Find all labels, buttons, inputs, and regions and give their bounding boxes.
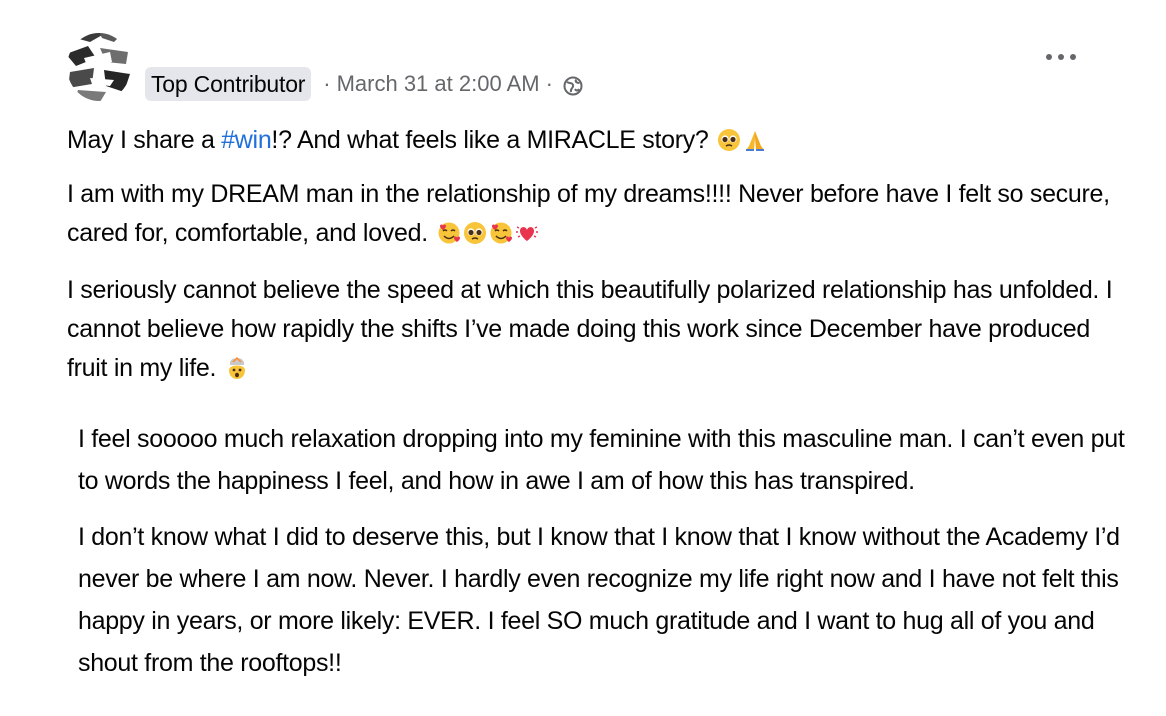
paragraph-text: May I share a: [67, 126, 222, 154]
globe-icon[interactable]: [563, 76, 583, 96]
post-paragraph: May I share a #win!? And what feels like…: [67, 121, 1127, 160]
pleading-face-emoji: [718, 129, 741, 151]
dot-icon: [1046, 54, 1052, 60]
dot-icon: [1058, 54, 1064, 60]
more-options-icon[interactable]: [1046, 49, 1076, 65]
paragraph-text: !? And what feels like a MIRACLE story?: [271, 126, 716, 154]
meta-separator: ·: [545, 71, 553, 96]
dot-icon: [1070, 54, 1076, 60]
post-meta: · March 31 at 2:00 AM ·: [317, 71, 583, 97]
post-card: Top Contributor · March 31 at 2:00 AM · …: [0, 0, 1166, 716]
beating-heart-emoji: [515, 226, 538, 241]
exploding-head-emoji: [228, 356, 245, 379]
smiling-face-with-hearts-emoji: [438, 222, 460, 244]
post-paragraph: I feel sooooo much relaxation dropping i…: [78, 425, 1125, 495]
pleading-face-emoji: [463, 222, 486, 244]
post-header: Top Contributor · March 31 at 2:00 AM ·: [145, 66, 583, 102]
folded-hands-emoji: [746, 131, 765, 151]
post-paragraph: I don’t know what I did to deserve this,…: [78, 523, 1120, 677]
hashtag-link[interactable]: #win: [221, 126, 272, 154]
smiling-face-with-hearts-emoji: [490, 222, 512, 244]
post-paragraph: I seriously cannot believe the speed at …: [67, 271, 1127, 388]
post-timestamp[interactable]: March 31 at 2:00 AM: [337, 71, 540, 97]
avatar[interactable]: [66, 22, 132, 102]
meta-separator: ·: [323, 71, 331, 96]
post-paragraph: I am with my DREAM man in the relationsh…: [67, 175, 1127, 253]
top-contributor-badge[interactable]: Top Contributor: [145, 67, 312, 101]
paragraph-text: I am with my DREAM man in the relationsh…: [67, 180, 1110, 247]
